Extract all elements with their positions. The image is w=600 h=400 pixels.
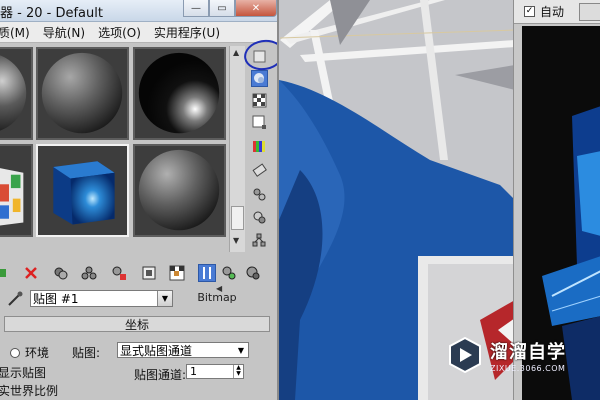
mapping-value: 显式贴图通道 [120, 343, 193, 358]
auto-label: 自动 [540, 5, 565, 19]
get-material-icon[interactable] [0, 264, 8, 282]
side-toolbar [247, 46, 273, 256]
watermark: 溜溜自学 ZIXUE.3066.COM [446, 334, 570, 376]
map-channel-label: 贴图通道: [134, 368, 187, 382]
map-row: 贴图 #1 ▼ Bitmap [0, 288, 277, 310]
select-by-material-icon[interactable] [251, 209, 268, 226]
menu-navigation[interactable]: 导航(N) [37, 24, 92, 41]
menu-options[interactable]: 选项(O) [92, 24, 148, 41]
show-map-icon[interactable] [140, 264, 158, 282]
put-to-library-icon[interactable] [80, 264, 98, 282]
menu-bar: 质(M) 导航(N) 选项(O) 实用程序(U) [0, 22, 277, 43]
environ-radio-row[interactable]: 环境 [10, 344, 49, 361]
environ-radio[interactable] [10, 348, 20, 358]
menu-material[interactable]: 质(M) [0, 24, 37, 41]
material-slot-5[interactable] [36, 144, 129, 237]
mapping-label: 贴图: [72, 346, 101, 360]
video-color-check-icon[interactable] [251, 138, 268, 155]
pick-material-icon[interactable] [244, 264, 262, 282]
watermark-url: ZIXUE.3066.COM [490, 363, 566, 373]
restore-button[interactable]: ▭ [209, 0, 235, 17]
auto-checkbox[interactable]: ✓ [524, 6, 535, 17]
scroll-up-arrow-icon[interactable]: ▲ [233, 48, 239, 57]
material-toolbar [0, 262, 275, 284]
go-to-parent-icon[interactable] [198, 264, 216, 282]
map-channel-spinner[interactable]: 1 ▲ ▼ [186, 364, 244, 379]
minimize-button[interactable]: — [183, 0, 209, 17]
watermark-brand: 溜溜自学 [490, 341, 566, 363]
scroll-thumb[interactable] [231, 206, 244, 230]
material-slot-3[interactable] [133, 47, 226, 140]
mapping-dropdown[interactable]: 显式贴图通道 ▼ [117, 342, 249, 358]
background-checker-icon[interactable] [251, 92, 268, 109]
map-channel-value[interactable]: 1 [187, 365, 233, 378]
backlight-icon[interactable] [251, 70, 268, 87]
chevron-down-icon[interactable]: ▼ [157, 291, 172, 306]
sample-slots: ◀ [0, 44, 230, 293]
menu-utilities[interactable]: 实用程序(U) [148, 24, 227, 41]
map-type-button[interactable]: Bitmap [181, 291, 253, 304]
title-bar[interactable]: 器 - 20 - Default — ▭ ✕ [0, 0, 277, 22]
material-slot-2[interactable] [36, 47, 129, 140]
options-icon[interactable] [251, 186, 268, 203]
material-slot-6[interactable] [133, 144, 226, 237]
screen: 器 - 20 - Default — ▭ ✕ 质(M) 导航(N) 选项(O) … [0, 0, 600, 400]
window-title: 器 - 20 - Default [0, 6, 103, 21]
material-effects-channel-icon[interactable] [110, 264, 128, 282]
delete-icon[interactable] [22, 264, 40, 282]
make-preview-icon[interactable] [251, 162, 268, 179]
environ-label: 环境 [25, 346, 50, 360]
watermark-text: 溜溜自学 ZIXUE.3066.COM [490, 338, 566, 373]
show-end-result-icon[interactable] [168, 264, 186, 282]
slots-vertical-scrollbar[interactable]: ▲ ▼ [229, 46, 245, 252]
scroll-down-arrow-icon[interactable]: ▼ [233, 236, 239, 245]
put-to-scene-icon[interactable] [52, 264, 70, 282]
map-name: 贴图 #1 [33, 292, 79, 306]
rollout-header[interactable]: 坐标 [4, 316, 270, 332]
window-controls: — ▭ ✕ [183, 0, 277, 18]
material-slot-4[interactable] [0, 144, 33, 237]
map-name-dropdown[interactable]: 贴图 #1 ▼ [30, 290, 173, 307]
real-world-scale-label[interactable]: 实世界比例 [0, 382, 58, 399]
uv-tiling-icon[interactable] [251, 114, 268, 131]
material-editor-window: 器 - 20 - Default — ▭ ✕ 质(M) 导航(N) 选项(O) … [0, 0, 279, 400]
eyedropper-icon[interactable] [6, 290, 24, 308]
material-navigator-icon[interactable] [251, 232, 268, 249]
material-slot-1[interactable] [0, 47, 33, 140]
chevron-down-icon[interactable]: ▼ [234, 343, 248, 357]
spinner-arrows-icon[interactable]: ▲ ▼ [233, 365, 243, 378]
close-button[interactable]: ✕ [235, 0, 277, 17]
update-button[interactable] [579, 3, 600, 21]
watermark-logo-icon [449, 336, 481, 374]
auto-header: ✓ 自动 [514, 0, 600, 24]
go-forward-icon[interactable] [220, 264, 238, 282]
show-map-label[interactable]: 显示贴图 [0, 364, 46, 381]
